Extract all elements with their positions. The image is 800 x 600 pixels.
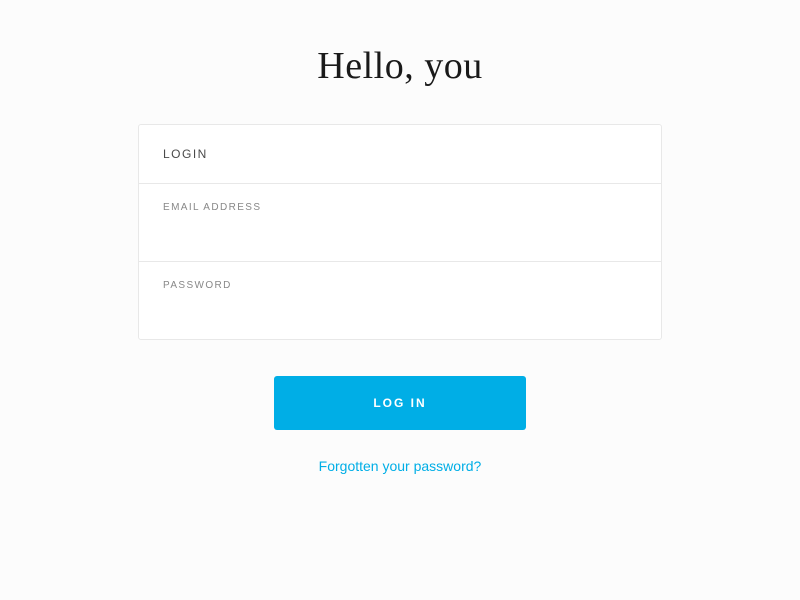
login-card: LOGIN EMAIL ADDRESS PASSWORD: [138, 124, 662, 340]
login-button[interactable]: LOG IN: [274, 376, 526, 430]
form-row-password: PASSWORD: [139, 262, 661, 339]
forgot-password-link[interactable]: Forgotten your password?: [319, 458, 482, 474]
form-row-email: EMAIL ADDRESS: [139, 184, 661, 262]
card-header: LOGIN: [139, 125, 661, 184]
password-input[interactable]: [163, 297, 637, 319]
password-label: PASSWORD: [163, 280, 637, 291]
page-title: Hello, you: [317, 44, 482, 88]
email-label: EMAIL ADDRESS: [163, 202, 637, 213]
email-input[interactable]: [163, 219, 637, 241]
